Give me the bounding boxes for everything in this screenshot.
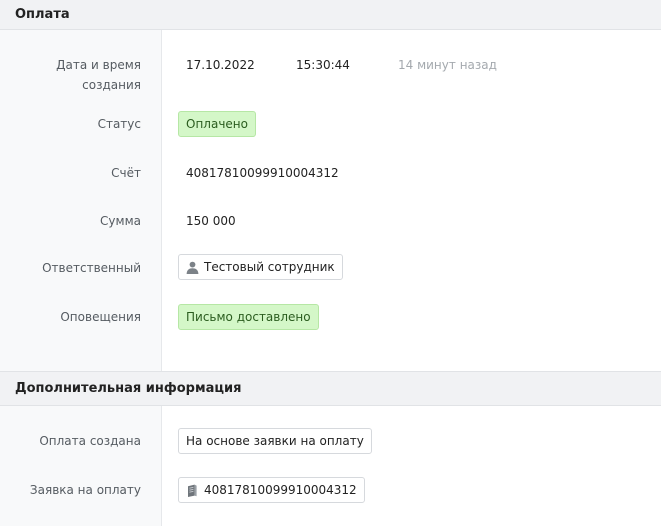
account-label: Счёт (111, 166, 141, 180)
status-badge: Оплачено (178, 111, 256, 137)
amount-label: Сумма (100, 214, 141, 228)
notifications-badge: Письмо доставлено (178, 304, 319, 330)
amount-value: 150 000 (186, 214, 236, 228)
account-value: 40817810099910004312 (186, 166, 339, 180)
additional-section-title: Дополнительная информация (15, 381, 242, 396)
payment-section-header: Оплата (0, 0, 661, 30)
request-number: 40817810099910004312 (204, 483, 357, 497)
payment-section-title: Оплата (15, 7, 70, 22)
created-label: Дата и время создания (56, 58, 141, 92)
request-chip[interactable]: 40817810099910004312 (178, 477, 365, 503)
created-by-chip: На основе заявки на оплату (178, 428, 372, 454)
notifications-label: Оповещения (60, 310, 141, 324)
document-icon (188, 484, 197, 497)
status-label: Статус (97, 117, 141, 131)
responsible-name: Тестовый сотрудник (204, 260, 335, 274)
additional-section-header: Дополнительная информация (0, 371, 661, 406)
status-badge-text: Оплачено (186, 117, 248, 131)
created-by-label: Оплата создана (39, 434, 141, 448)
notifications-badge-text: Письмо доставлено (186, 310, 311, 324)
user-icon (186, 261, 199, 274)
request-label: Заявка на оплату (29, 483, 141, 497)
created-date: 17.10.2022 (186, 58, 255, 72)
created-time: 15:30:44 (296, 58, 350, 72)
responsible-chip[interactable]: Тестовый сотрудник (178, 254, 343, 280)
created-by-value: На основе заявки на оплату (186, 434, 364, 448)
created-ago: 14 минут назад (398, 58, 497, 72)
responsible-label: Ответственный (42, 261, 141, 275)
additional-label-column (0, 406, 162, 526)
